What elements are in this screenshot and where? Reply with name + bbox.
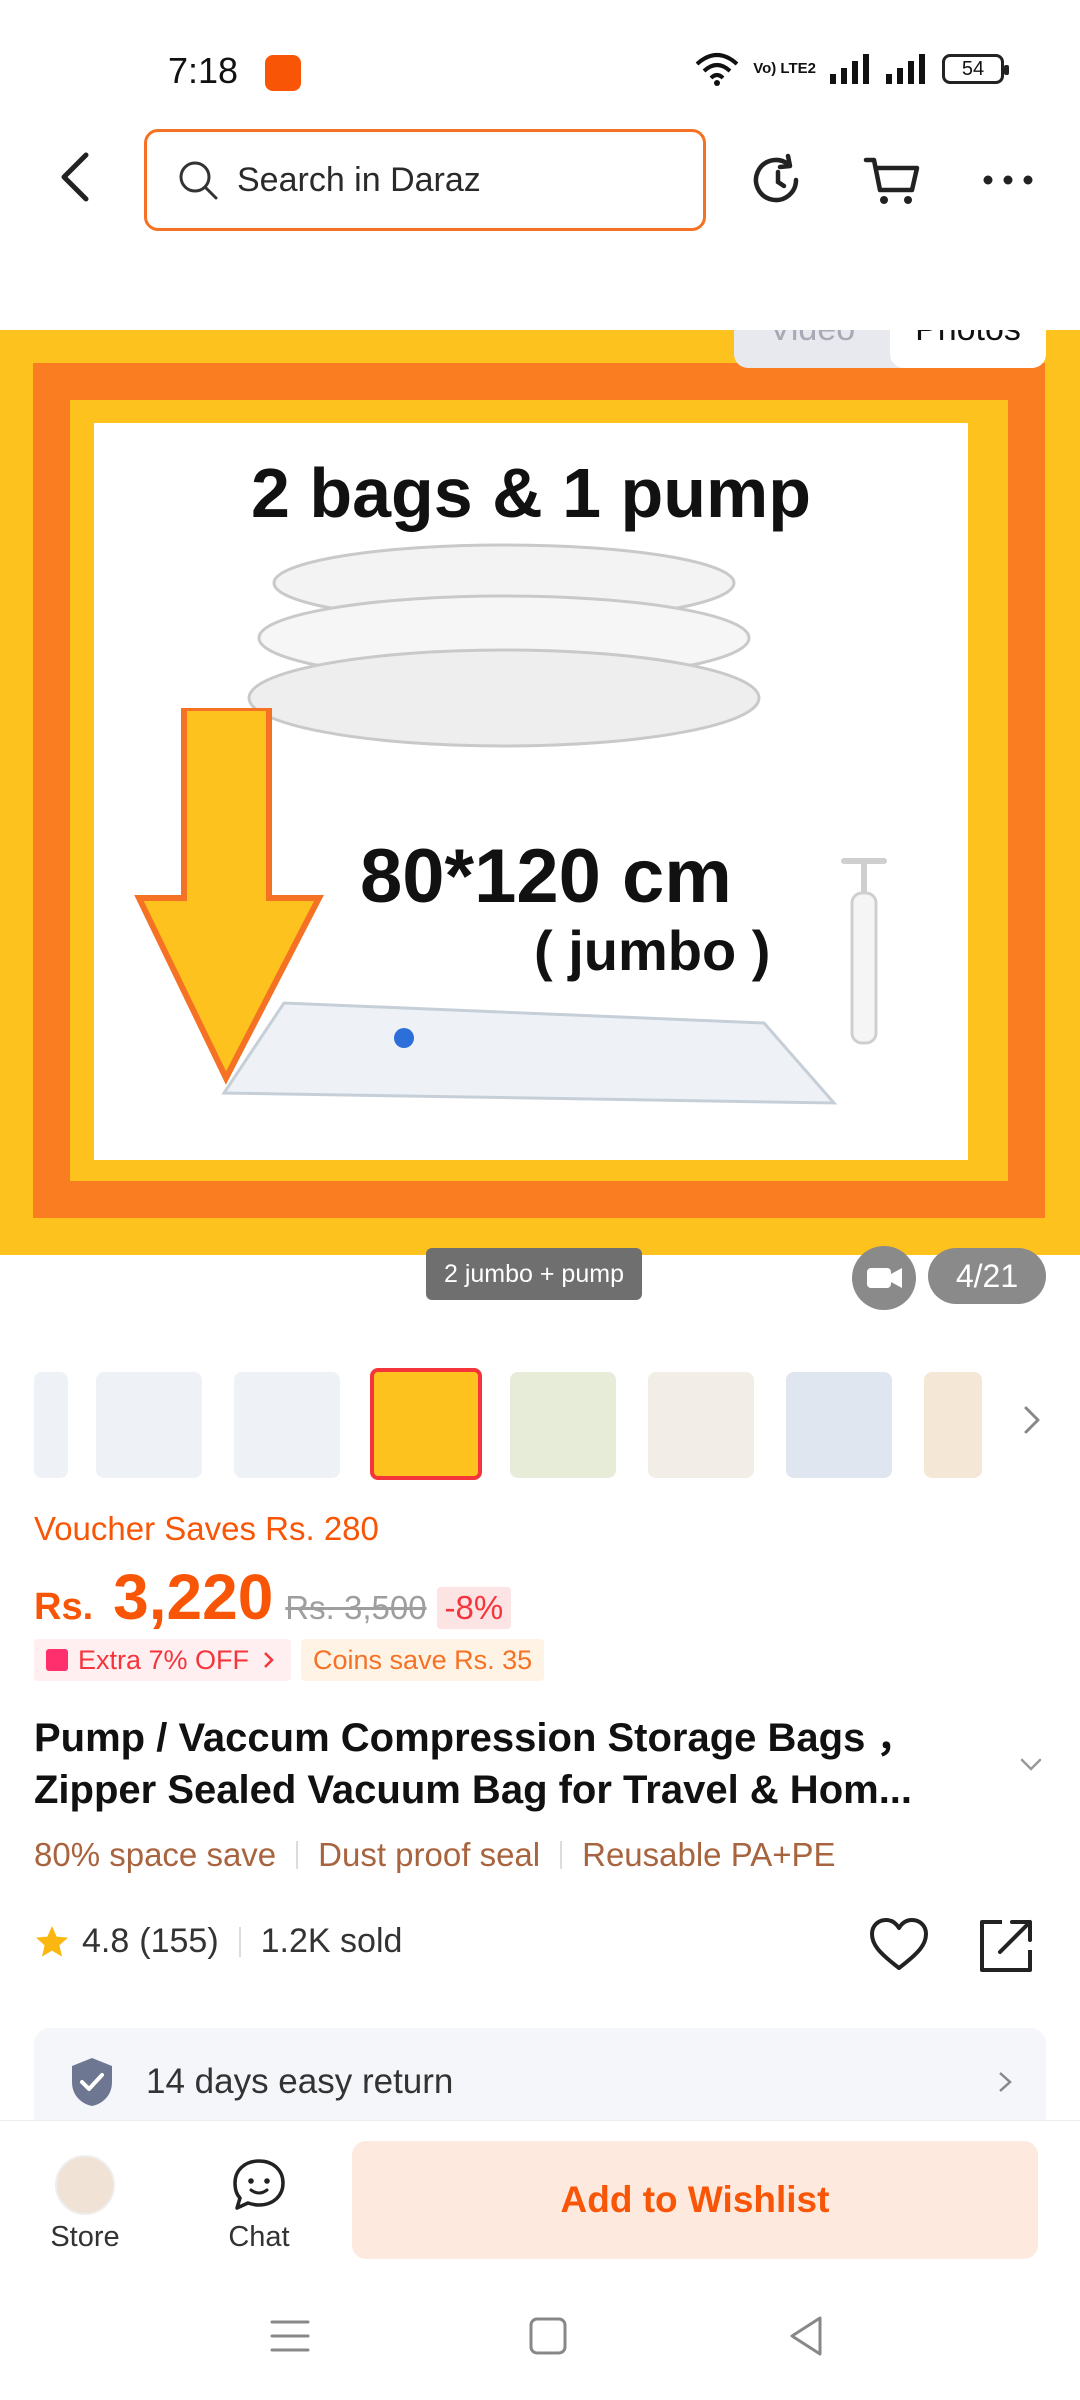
back-arrow-icon[interactable]: [48, 147, 108, 207]
star-icon: [36, 1925, 68, 1957]
history-icon[interactable]: [748, 150, 808, 210]
chat-button[interactable]: Chat: [214, 2155, 304, 2254]
price-currency: Rs.: [34, 1586, 94, 1628]
vacuum-bag-illustration: [221, 1001, 838, 1105]
thumbnail-2[interactable]: [96, 1372, 202, 1478]
image-size-text: 80*120 cm: [360, 834, 732, 919]
daraz-notification-icon: [265, 55, 301, 91]
image-size-note: ( jumbo ): [534, 919, 771, 982]
thumbnail-strip: [34, 1368, 1044, 1480]
bottom-action-bar: Store Chat Add to Wishlist: [0, 2120, 1080, 2272]
status-icons: Vo) LTE2 54: [695, 52, 1009, 86]
chat-label: Chat: [228, 2221, 290, 2253]
store-label: Store: [50, 2221, 120, 2253]
video-tab[interactable]: Video: [734, 330, 890, 368]
feature-item: Dust proof seal: [318, 1836, 541, 1873]
search-icon: [179, 161, 218, 200]
store-button[interactable]: Store: [40, 2155, 130, 2254]
search-placeholder: Search in Daraz: [237, 160, 481, 199]
product-image: 2 bags & 1 pump 80*120 cm ( jumbo ): [94, 423, 968, 1160]
search-input[interactable]: Search in Daraz: [144, 129, 706, 231]
home-icon[interactable]: [524, 2312, 572, 2360]
status-time: 7:18: [168, 50, 239, 91]
review-count: (155): [139, 1922, 219, 1960]
thumbnail-4-active[interactable]: [370, 1368, 482, 1480]
extra-off-label: Extra 7% OFF: [78, 1644, 250, 1675]
volte-indicator: Vo) LTE2: [753, 60, 816, 77]
chevron-right-icon[interactable]: [1012, 1400, 1052, 1440]
thumbnail-7[interactable]: [786, 1372, 892, 1478]
add-to-wishlist-button[interactable]: Add to Wishlist: [352, 2141, 1038, 2259]
variant-tag: 2 jumbo + pump: [426, 1248, 642, 1300]
wifi-icon: [695, 53, 739, 86]
top-nav: Search in Daraz: [0, 125, 1080, 235]
signal-icon-1: [830, 54, 869, 84]
photos-tab[interactable]: Photos: [890, 330, 1046, 368]
thumbnail-6[interactable]: [648, 1372, 754, 1478]
thumbnail-8[interactable]: [924, 1372, 982, 1478]
extra-off-promo[interactable]: Extra 7% OFF: [34, 1639, 292, 1681]
thumbnail-3[interactable]: [234, 1372, 340, 1478]
divider: [238, 1926, 241, 1957]
system-navigation-bar: [0, 2272, 1080, 2400]
thumbnail-1[interactable]: [34, 1372, 68, 1478]
sold-count: 1.2K sold: [260, 1922, 403, 1960]
rating-value: 4.8: [82, 1922, 130, 1960]
divider: [560, 1841, 563, 1869]
price-original: Rs. 3,500: [285, 1589, 427, 1626]
price-current: 3,220: [113, 1561, 274, 1633]
video-camera-icon: [867, 1268, 902, 1288]
menu-icon[interactable]: [266, 2312, 314, 2360]
back-icon[interactable]: [782, 2312, 830, 2360]
heart-icon[interactable]: [868, 1916, 930, 1974]
product-title: Pump / Vaccum Compression Storage Bags ，…: [34, 1716, 917, 1812]
image-counter: 4/21: [928, 1248, 1046, 1304]
feature-item: Reusable PA+PE: [582, 1836, 836, 1873]
divider: [296, 1841, 299, 1869]
coins-promo: Coins save Rs. 35: [301, 1639, 545, 1681]
price-row: Rs. 3,220 Rs. 3,500 -8%: [34, 1560, 512, 1634]
feature-item: 80% space save: [34, 1836, 277, 1873]
promo-row: Extra 7% OFF Coins save Rs. 35: [34, 1639, 545, 1681]
status-bar: 7:18 Vo) LTE2 54: [0, 0, 1080, 120]
chat-icon: [233, 2159, 285, 2210]
image-headline: 2 bags & 1 pump: [250, 454, 812, 532]
media-toggle: Video Photos: [734, 330, 1046, 368]
coupon-icon: [46, 1649, 68, 1671]
more-options-icon[interactable]: [978, 150, 1038, 210]
easy-return-label: 14 days easy return: [146, 2062, 454, 2101]
cart-icon[interactable]: [862, 150, 922, 210]
discount-badge: -8%: [436, 1587, 512, 1629]
rating-row[interactable]: 4.8 (155) 1.2K sold: [34, 1922, 402, 1961]
video-play-button[interactable]: [852, 1246, 916, 1310]
thumbnail-5[interactable]: [510, 1372, 616, 1478]
chevron-down-icon[interactable]: [1014, 1748, 1048, 1782]
share-icon[interactable]: [976, 1914, 1038, 1976]
signal-icon-2: [886, 54, 925, 84]
store-avatar: [55, 2155, 115, 2215]
product-image-gallery[interactable]: 2 bags & 1 pump 80*120 cm ( jumbo ) Vide…: [0, 330, 1080, 1255]
shield-check-icon: [72, 2058, 112, 2106]
voucher-savings: Voucher Saves Rs. 280: [34, 1510, 379, 1547]
feature-highlights: 80% space save Dust proof seal Reusable …: [34, 1836, 836, 1874]
battery-indicator: 54: [942, 54, 1009, 84]
chevron-right-icon: [264, 1652, 274, 1668]
chevron-right-icon: [999, 2072, 1012, 2092]
